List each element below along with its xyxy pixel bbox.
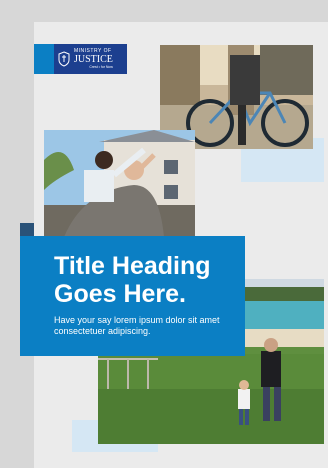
ministry-logo: MINISTRY OF JUSTICE Crest • for Now	[34, 44, 127, 74]
page-title: Title Heading Goes Here.	[54, 252, 211, 308]
photo-father-child	[44, 130, 195, 237]
title-body-text: Have your say lorem ipsum dolor sit amet…	[54, 315, 220, 336]
logo-tagline: Crest • for Now	[89, 65, 113, 69]
title-panel: Title Heading Goes Here. Have your say l…	[20, 236, 245, 356]
logo-accent-bar	[34, 44, 54, 74]
title-line-2: Goes Here.	[54, 280, 187, 308]
crest-icon	[58, 51, 70, 67]
title-line-1: Title Heading	[54, 252, 211, 280]
logo-line-2: JUSTICE	[74, 54, 113, 65]
